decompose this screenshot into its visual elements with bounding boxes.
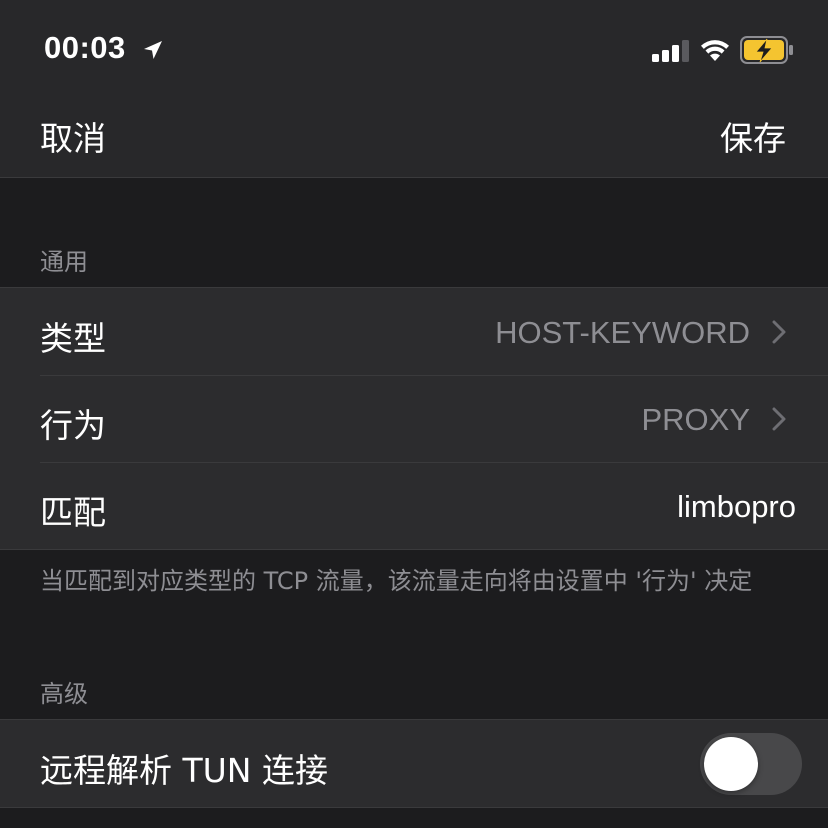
cellular-signal-icon	[652, 40, 689, 62]
battery-charging-icon	[740, 36, 793, 64]
row-remote-resolve: 远程解析 TUN 连接	[0, 720, 828, 807]
remote-resolve-toggle[interactable]	[700, 733, 802, 795]
row-type-label: 类型	[40, 319, 106, 358]
chevron-right-icon	[772, 407, 786, 431]
row-match-label: 匹配	[40, 493, 106, 532]
row-action-value: PROXY	[641, 402, 750, 437]
navigation-bar: 取消 保存	[0, 100, 828, 177]
screen: 00:03 取消 保存 通用 类型 HOST-KEYWORD 行为 PROXY …	[0, 0, 828, 828]
section-header-advanced: 高级	[40, 680, 88, 708]
row-remote-resolve-label: 远程解析 TUN 连接	[40, 751, 328, 790]
row-action-label: 行为	[40, 406, 106, 445]
location-arrow-icon	[144, 41, 162, 59]
chevron-right-icon	[772, 320, 786, 344]
general-footer-note: 当匹配到对应类型的 TCP 流量，该流量走向将由设置中 '行为' 决定	[40, 567, 753, 595]
top-bar: 00:03 取消 保存	[0, 0, 828, 178]
row-action[interactable]: 行为 PROXY	[0, 375, 828, 462]
section-header-general: 通用	[40, 248, 88, 276]
row-match-input[interactable]: limbopro	[677, 489, 796, 525]
toggle-knob	[704, 737, 758, 791]
general-group: 类型 HOST-KEYWORD 行为 PROXY 匹配 limbopro	[0, 287, 828, 550]
save-button[interactable]: 保存	[720, 112, 786, 160]
status-bar: 00:03	[0, 0, 828, 100]
row-type[interactable]: 类型 HOST-KEYWORD	[0, 288, 828, 375]
status-time: 00:03	[44, 30, 126, 65]
row-type-value: HOST-KEYWORD	[495, 315, 750, 350]
cancel-button[interactable]: 取消	[40, 112, 106, 160]
row-match[interactable]: 匹配 limbopro	[0, 462, 828, 549]
advanced-group: 远程解析 TUN 连接	[0, 719, 828, 808]
wifi-icon	[701, 40, 729, 61]
